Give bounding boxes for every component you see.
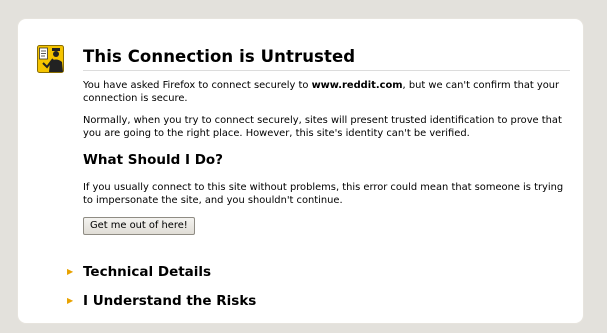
intro-text-start: You have asked Firefox to connect secure… (83, 80, 312, 91)
site-host: www.reddit.com (311, 80, 403, 91)
triangle-right-icon: ▶ (67, 267, 74, 276)
error-page-container: This Connection is Untrusted You have as… (17, 18, 584, 324)
what-should-i-do-text: If you usually connect to this site with… (83, 182, 564, 206)
understand-risks-expander[interactable]: ▶ I Understand the Risks (67, 292, 256, 310)
intro-text: You have asked Firefox to connect secure… (83, 80, 575, 105)
understand-risks-label: I Understand the Risks (83, 293, 257, 309)
explanation-text: Normally, when you try to connect secure… (83, 115, 562, 139)
technical-details-expander[interactable]: ▶ Technical Details (67, 263, 211, 281)
technical-details-label: Technical Details (83, 264, 212, 280)
triangle-right-icon: ▶ (67, 296, 74, 305)
title-divider (83, 70, 570, 71)
what-should-i-do-heading: What Should I Do? (83, 152, 224, 168)
security-officer-warning-icon (37, 45, 64, 73)
page-title: This Connection is Untrusted (83, 47, 356, 66)
get-me-out-button[interactable]: Get me out of here! (83, 217, 195, 235)
